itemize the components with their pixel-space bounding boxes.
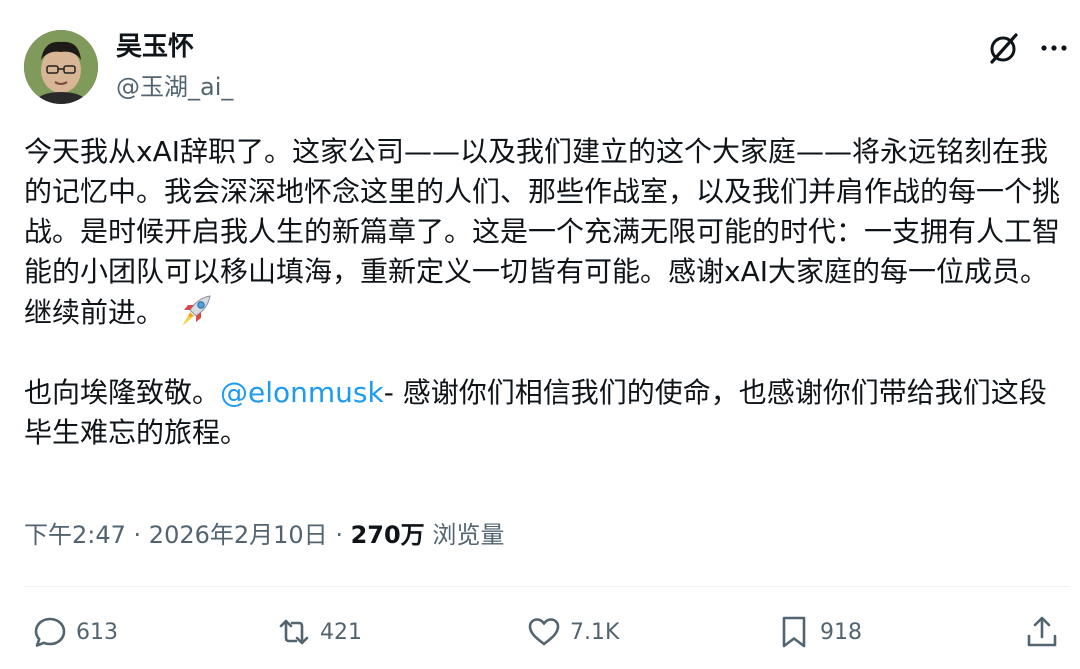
- author-display-name[interactable]: 吴玉怀: [116, 31, 194, 63]
- tweet-paragraph-2-prefix: 也向埃隆致敬。: [24, 376, 221, 409]
- like-button[interactable]: 7.1K: [526, 606, 619, 658]
- tweet-meta: 下午2:47 · 2026年2月10日 · 270万 浏览量: [24, 518, 504, 552]
- action-bar: 613 421 7.1K 918: [24, 606, 1070, 658]
- reply-icon: [34, 617, 66, 647]
- author-handle[interactable]: @玉湖_ai_: [116, 72, 233, 102]
- retweet-button[interactable]: 421: [276, 606, 362, 658]
- tweet-paragraph-1: 今天我从xAI辞职了。这家公司——以及我们建立的这个大家庭——将永远铭刻在我的记…: [24, 132, 1064, 333]
- retweet-count: 421: [320, 619, 362, 645]
- tweet-paragraph-2: 也向埃隆致敬。@elonmusk- 感谢你们相信我们的使命，也感谢你们带给我们这…: [24, 373, 1064, 453]
- like-count: 7.1K: [570, 619, 620, 645]
- tweet-time[interactable]: 下午2:47: [24, 521, 126, 549]
- heart-icon: [528, 618, 560, 646]
- divider: [24, 586, 1070, 587]
- tweet-date[interactable]: 2026年2月10日: [149, 521, 328, 549]
- share-button[interactable]: [1024, 606, 1060, 658]
- views-count: 270万: [350, 521, 425, 549]
- meta-separator-1: ·: [125, 521, 149, 549]
- meta-separator-2: ·: [327, 521, 351, 549]
- reply-button[interactable]: 613: [32, 606, 118, 658]
- avatar[interactable]: [24, 30, 98, 104]
- mention-link[interactable]: @elonmusk: [220, 376, 384, 409]
- reply-count: 613: [76, 619, 118, 645]
- rocket-emoji-icon: [176, 292, 216, 330]
- bookmark-count: 918: [820, 619, 862, 645]
- share-icon: [1027, 616, 1057, 647]
- bookmark-icon: [782, 616, 806, 648]
- tweet-text: 今天我从xAI辞职了。这家公司——以及我们建立的这个大家庭——将永远铭刻在我的记…: [24, 132, 1064, 453]
- views-label: 浏览量: [432, 521, 505, 549]
- grok-icon[interactable]: [986, 30, 1022, 66]
- more-options-icon[interactable]: [1038, 32, 1070, 64]
- bookmark-button[interactable]: 918: [776, 606, 862, 658]
- retweet-icon: [279, 619, 309, 645]
